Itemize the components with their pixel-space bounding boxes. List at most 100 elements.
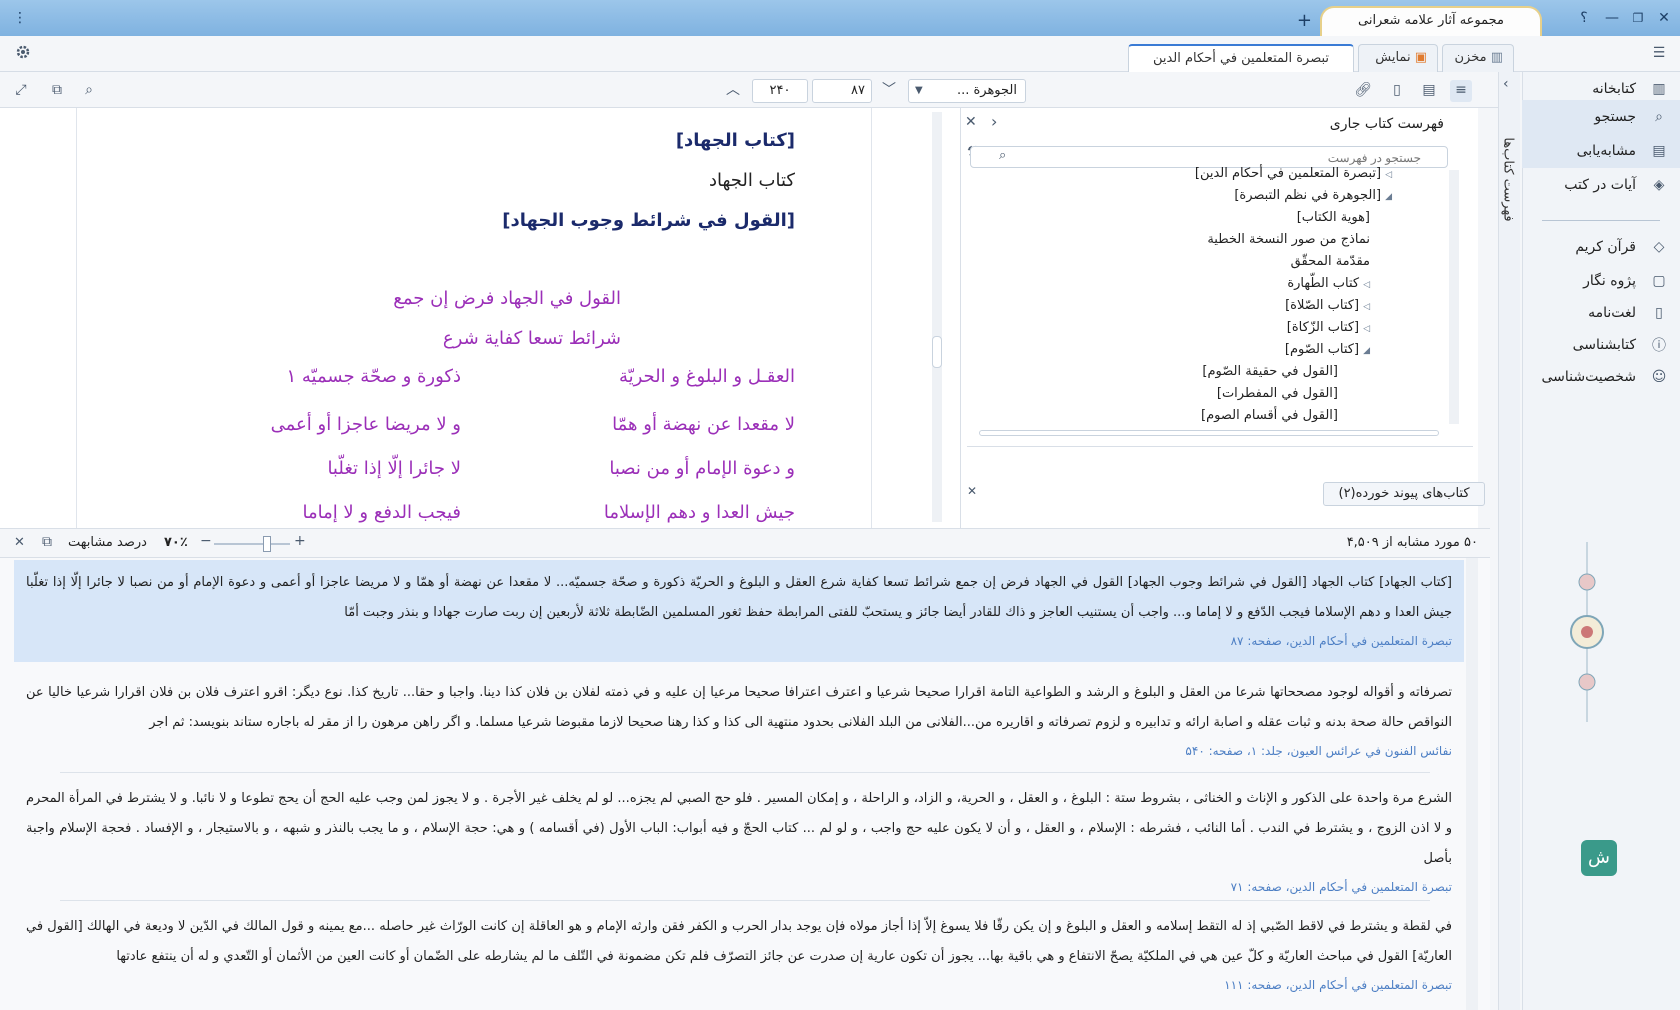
toc-item[interactable]: [القول في حقيقة الصّوم] (1202, 364, 1338, 379)
toc-item[interactable]: ◁[تبصرة المتعلمين في أحكام الدين] (1195, 166, 1392, 181)
hamburger-icon[interactable]: ☰ (1648, 43, 1670, 65)
verse-left: و لا مريضا عاجزا أو أعمى (270, 414, 461, 435)
close-button[interactable]: ✕ (1654, 8, 1674, 28)
sidebar-item-notes[interactable]: ▢ پژوه نگار (1522, 264, 1680, 298)
app-tab[interactable]: مجموعه آثار علامه شعرانی (1320, 6, 1542, 36)
book-reader: [كتاب الجهاد] كتاب الجهاد [القول في شرائ… (0, 108, 960, 528)
verse-right: و دعوة الإمام أو من نصبا (609, 458, 795, 479)
similarity-percent: ۷۰٪ (164, 535, 188, 550)
slider-thumb[interactable] (263, 536, 272, 552)
display-icon: ▣ (1410, 50, 1427, 65)
expand-icon[interactable]: ⤢ (10, 80, 32, 102)
plus-button[interactable]: + (294, 533, 306, 549)
toc-item[interactable]: نماذج من صور النسخة الخطية (1207, 232, 1370, 247)
toc-item[interactable]: ◢[الجوهرة في نظم التبصرة] (1234, 188, 1392, 203)
book-select[interactable]: الجوهرة ... ▼ (908, 79, 1026, 103)
toc-item[interactable]: ◁[كتاب الصّلاة] (1285, 298, 1370, 313)
sidebar-item-label: شخصیت‌شناسی (1541, 369, 1637, 385)
page-total-field: ۲۴۰ (752, 79, 808, 103)
reader-scrollbar[interactable] (932, 112, 942, 522)
toc-item[interactable]: [القول في أقسام الصوم] (1201, 408, 1338, 423)
result-text: [كتاب الجهاد] كتاب الجهاد [القول في شرائ… (26, 575, 1452, 620)
sidebar-item-label: کتابخانه (1592, 81, 1636, 97)
sidebar-item-quran[interactable]: ◇ قرآن کریم (1522, 230, 1680, 264)
sidebar: ▥ کتابخانه ⌕ جستجو ▤ مشابه‌یابی ◈ آیات در کت… (1522, 72, 1680, 1010)
maximize-button[interactable]: ❐ (1628, 8, 1648, 28)
minus-button[interactable]: − (200, 533, 212, 549)
person-icon: ☺ (1651, 369, 1667, 385)
chevron-up-icon[interactable]: ︿ (722, 80, 744, 102)
result-source[interactable]: نفائس الفنون في عرائس العيون، جلد: ۱، صف… (26, 738, 1452, 764)
toc-search-input[interactable] (970, 146, 1448, 168)
result-source[interactable]: تبصرة المتعلمين في أحكام الدين، صفحه: ۷۱ (26, 874, 1452, 900)
toc-item[interactable]: ◢[كتاب الصّوم] (1285, 342, 1370, 357)
list-view-icon[interactable]: ≡ (1450, 80, 1472, 102)
chapter-heading: [كتاب الجهاد] (675, 130, 795, 151)
verse-right: لا مقعدا عن نهضة أو همّا (612, 414, 795, 435)
search-icon[interactable]: ⌕ (78, 80, 100, 102)
toc-item[interactable]: ◁[كتاب الزّكاة] (1287, 320, 1370, 335)
toc-item[interactable]: مقدّمة المحقّق (1291, 254, 1370, 269)
result-text: الشرع مرة واحدة على الذكور و الإناث و ال… (26, 791, 1452, 866)
toc-item[interactable]: ◁كتاب الطّهارة (1287, 276, 1370, 291)
books-icon: ▥ (1652, 81, 1666, 97)
page-input[interactable]: ۸۷ (812, 79, 872, 103)
sidebar-item-search[interactable]: ⌕ جستجو (1522, 100, 1680, 134)
tab-repository[interactable]: ▥ مخزن (1442, 44, 1514, 72)
external-link-icon[interactable]: ⧉ (42, 534, 52, 550)
quran-verse-icon: ◈ (1653, 177, 1665, 193)
vertical-book-list-tab[interactable]: ‹ فهرست کتاب‌ها (1498, 72, 1520, 1010)
result-item[interactable]: الشرع مرة واحدة على الذكور و الإناث و ال… (14, 776, 1464, 894)
scroll-thumb[interactable] (932, 336, 942, 368)
close-icon[interactable]: ✕ (967, 484, 977, 498)
result-item[interactable]: في لقطة و يشترط في لاقط الصّبي إذ له الت… (14, 904, 1464, 1010)
toc-hscroll[interactable] (979, 430, 1439, 436)
expand-icon: ◁ (1363, 324, 1370, 334)
new-tab-button[interactable]: + (1297, 10, 1312, 31)
app-logo: ش (1581, 840, 1617, 876)
book-select-value: الجوهرة ... (956, 83, 1017, 98)
split-icon[interactable]: ⧉ (46, 80, 68, 102)
title-bar: ⋮ + مجموعه آثار علامه شعرانی ؟ — ❐ ✕ (0, 0, 1680, 36)
result-item[interactable]: [كتاب الجهاد] كتاب الجهاد [القول في شرائ… (14, 560, 1464, 662)
result-item[interactable]: تصرفاته و أقواله لوجود مصححاتها شرعا من … (14, 670, 1464, 762)
reader-toolbar: ⤢ ⧉ ⌕ ︿ ۲۴۰ ۸۷ ﹀ الجوهرة ... ▼ 🔗︎ ▯ ▤ ≡ (0, 72, 1520, 108)
minimize-button[interactable]: — (1602, 8, 1622, 28)
sidebar-item-similarity[interactable]: ▤ مشابه‌یابی (1522, 134, 1680, 168)
sidebar-item-label: لغت‌نامه (1588, 305, 1636, 321)
sidebar-item-persons[interactable]: ☺ شخصیت‌شناسی (1522, 360, 1680, 394)
sidebar-item-label: آیات در کتب (1564, 177, 1636, 193)
similarity-slider[interactable] (214, 536, 290, 552)
gear-icon[interactable] (12, 43, 34, 65)
toc-item[interactable]: [هوية الكتاب] (1297, 210, 1370, 225)
chevron-left-icon[interactable]: ‹ (1503, 76, 1509, 92)
link-icon[interactable]: 🔗︎ (1352, 80, 1374, 102)
chevron-down-icon[interactable]: ﹀ (878, 80, 900, 102)
close-icon[interactable]: ✕ (965, 114, 977, 130)
sidebar-item-verses[interactable]: ◈ آیات در کتب (1522, 168, 1680, 202)
result-count: ۵۰ مورد مشابه از ۴,۵۰۹ (1346, 535, 1478, 550)
results-scrollbar[interactable] (1466, 558, 1478, 1010)
collapse-icon: ◢ (1363, 346, 1370, 356)
vertical-tab-label: فهرست کتاب‌ها (1500, 137, 1516, 222)
toc-scrollbar[interactable] (1449, 170, 1459, 424)
chevron-left-icon[interactable]: ‹ (991, 112, 997, 131)
sidebar-item-bibliography[interactable]: ⓘ کتابشناسی (1522, 328, 1680, 362)
menu-icon[interactable]: ⋮ (10, 8, 30, 28)
verse-right: شرائط تسعا كفاية شرع (442, 328, 621, 349)
quran-icon: ◇ (1653, 239, 1665, 255)
book-view-icon[interactable]: ▤ (1418, 80, 1440, 102)
linked-books-button[interactable]: کتاب‌های پیوند خورده(۲) (1323, 482, 1485, 506)
close-icon[interactable]: ✕ (14, 535, 25, 550)
tab-repository-label: مخزن (1454, 50, 1487, 65)
result-source[interactable]: تبصرة المتعلمين في أحكام الدين، صفحه: ۱۱… (26, 972, 1452, 998)
sidebar-item-dictionary[interactable]: ▯ لغت‌نامه (1522, 296, 1680, 330)
divider (60, 900, 1430, 901)
bookmark-icon[interactable]: ▯ (1386, 80, 1408, 102)
tab-display[interactable]: ▣ نمایش (1358, 44, 1438, 72)
similar-icon: ▤ (1652, 143, 1666, 159)
toc-item[interactable]: [القول في المفطرات] (1217, 386, 1338, 401)
tab-book[interactable]: تبصرة المتعلمين في أحكام الدين (1128, 44, 1354, 72)
result-source[interactable]: تبصرة المتعلمين في أحكام الدين، صفحه: ۸۷ (26, 628, 1452, 654)
help-button[interactable]: ؟ (1574, 8, 1594, 28)
